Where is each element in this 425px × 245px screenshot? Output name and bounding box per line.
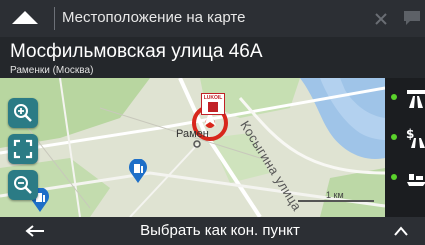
address-header: Мосфильмовская улица 46А Раменки (Москва… xyxy=(0,37,425,78)
street-address: Мосфильмовская улица 46А xyxy=(10,41,263,62)
place-label: Рамен xyxy=(176,128,209,140)
highway-icon xyxy=(405,86,425,110)
status-dot xyxy=(391,174,397,180)
ferry-icon xyxy=(405,166,425,190)
toll-road-option[interactable]: $ xyxy=(385,118,425,158)
screen-title: Местоположение на карте xyxy=(62,9,246,26)
top-bar: Местоположение на карте xyxy=(0,0,425,37)
toll-road-icon: $ xyxy=(405,126,425,150)
lukoil-poi-icon[interactable]: LUKOIL xyxy=(201,93,225,115)
ferry-option[interactable] xyxy=(385,158,425,198)
map-scale: 1 км xyxy=(296,190,376,204)
zoom-out-icon xyxy=(14,176,32,194)
zoom-in-button[interactable] xyxy=(8,98,38,128)
poi-brand-label: LUKOIL xyxy=(203,95,223,101)
status-dot xyxy=(391,134,397,140)
select-destination-button[interactable]: Выбрать как кон. пункт xyxy=(60,217,380,245)
zoom-out-button[interactable] xyxy=(8,170,38,200)
scale-label: 1 км xyxy=(326,190,344,200)
back-arrow-icon[interactable] xyxy=(6,6,44,31)
fuel-station-icon[interactable] xyxy=(128,159,148,183)
divider xyxy=(54,7,55,30)
fit-screen-button[interactable] xyxy=(8,134,38,164)
status-dot xyxy=(391,94,397,100)
fit-screen-icon xyxy=(13,139,33,159)
zoom-in-icon xyxy=(14,104,32,122)
highway-option[interactable] xyxy=(385,78,425,118)
bottom-bar: Выбрать как кон. пункт xyxy=(0,217,425,245)
back-arrow-icon[interactable] xyxy=(24,223,46,239)
route-options-panel: $ xyxy=(385,78,425,217)
map-view[interactable]: LUKOIL Рамен Косыгина улица 1 км xyxy=(0,78,385,217)
svg-text:$: $ xyxy=(406,127,414,141)
scale-bar xyxy=(298,200,374,202)
district-name: Раменки (Москва) xyxy=(10,65,94,76)
chat-icon[interactable] xyxy=(402,8,422,28)
close-icon[interactable] xyxy=(374,12,388,26)
chevron-up-icon[interactable] xyxy=(392,223,410,239)
